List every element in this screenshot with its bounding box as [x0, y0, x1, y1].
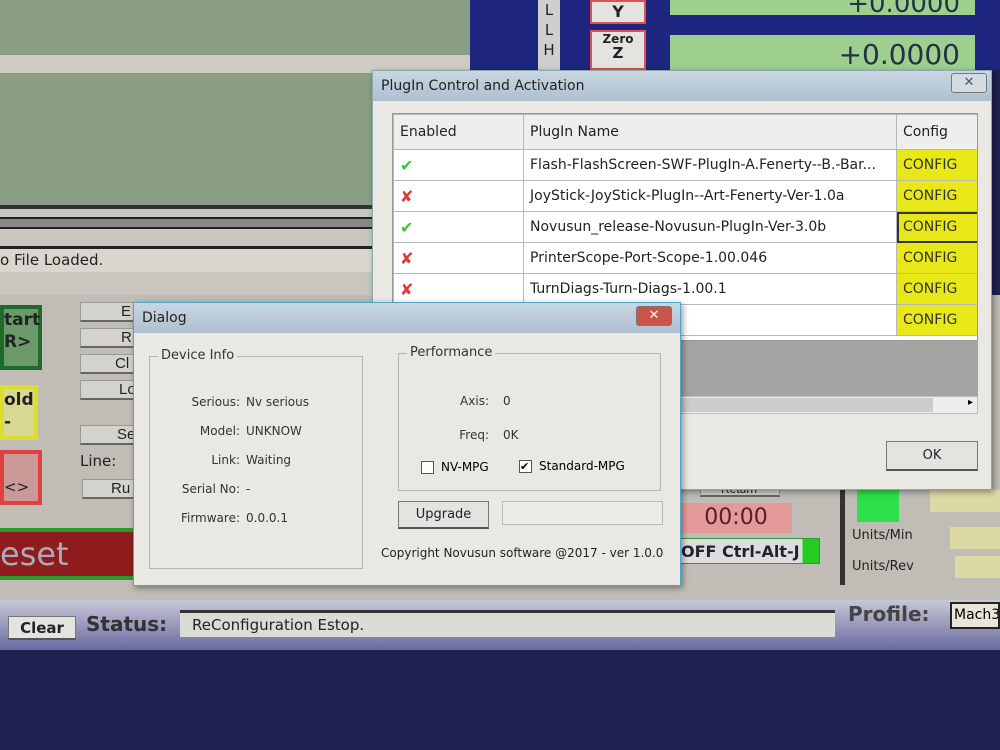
col-config[interactable]: Config	[896, 114, 977, 150]
plugin-name: Flash-FlashScreen-SWF-PlugIn-A.Fenerty--…	[523, 149, 897, 181]
device-info-title: Device Info	[158, 348, 238, 363]
performance-title: Performance	[407, 345, 496, 360]
plugin-row[interactable]: ✔ Novusun_release-Novusun-PlugIn-Ver-3.0b…	[393, 211, 977, 243]
col-enabled[interactable]: Enabled	[393, 114, 524, 150]
feed-rate-field[interactable]	[930, 490, 1000, 512]
line-label: Line:	[80, 452, 117, 470]
feed-hold-button[interactable]: old -	[0, 385, 38, 440]
plugin-row[interactable]: ✔ Flash-FlashScreen-SWF-PlugIn-A.Fenerty-…	[393, 149, 977, 181]
field-label: Serious:	[191, 395, 240, 409]
plugin-row[interactable]: ✘ TurnDiags-Turn-Diags-1.00.1 CONFIG	[393, 273, 977, 305]
status-led	[857, 488, 899, 522]
units-rev-label: Units/Rev	[852, 559, 914, 574]
zero-z-button[interactable]: Zero Z	[590, 30, 646, 70]
field-value: -	[246, 482, 251, 496]
load-button[interactable]: Lo	[80, 380, 140, 400]
dro-y[interactable]: +0.0000	[670, 0, 975, 15]
axis-value: 0	[503, 394, 511, 408]
file-status: o File Loaded.	[0, 246, 380, 272]
file-panel: o File Loaded.	[0, 205, 380, 295]
dialog-title: Dialog	[134, 303, 680, 333]
freq-label: Freq:	[459, 428, 489, 442]
freq-value: 0K	[503, 428, 519, 442]
jog-toggle-button[interactable]: OFF Ctrl-Alt-J	[680, 538, 820, 564]
gcode-display	[0, 73, 372, 205]
units-min-field[interactable]	[950, 527, 1000, 549]
field-value: Waiting	[246, 453, 292, 467]
field-label: Serial No:	[181, 482, 240, 496]
plugin-name: PrinterScope-Port-Scope-1.00.046	[523, 242, 897, 274]
edit-button[interactable]: E	[80, 302, 140, 322]
enabled-check-icon[interactable]: ✔	[393, 149, 524, 181]
field-value: Nv serious	[246, 395, 309, 409]
plugin-name: TurnDiags-Turn-Diags-1.00.1	[523, 273, 897, 305]
disabled-x-icon[interactable]: ✘	[393, 242, 524, 274]
elapsed-time: 00:00	[680, 503, 792, 533]
toolpath-display	[0, 0, 470, 55]
plugin-close-button[interactable]: ✕	[951, 73, 987, 93]
disabled-x-icon[interactable]: ✘	[393, 180, 524, 212]
performance-group: Performance Axis: 0 Freq: 0K NV-MPG ✔ Sta…	[398, 345, 661, 491]
field-label: Firmware:	[180, 511, 240, 525]
device-info-group: Device Info Serious: Nv serious Model: UNKN…	[149, 348, 363, 569]
config-button[interactable]: CONFIG	[896, 273, 977, 305]
standard-mpg-checkbox[interactable]: ✔ Standard-MPG	[519, 459, 625, 473]
plugin-name: Novusun_release-Novusun-PlugIn-Ver-3.0b	[523, 211, 897, 243]
config-button[interactable]: CONFIG	[896, 180, 977, 212]
dialog-close-button[interactable]: ✕	[636, 306, 672, 326]
status-label: Status:	[86, 612, 168, 636]
cycle-start-button[interactable]: tart R>	[0, 305, 42, 370]
col-name[interactable]: PlugIn Name	[523, 114, 897, 150]
disabled-x-icon[interactable]: ✘	[393, 273, 524, 305]
axis-label: Axis:	[460, 394, 489, 408]
set-next-line-button[interactable]: Se	[80, 425, 140, 445]
units-rev-field[interactable]	[955, 556, 1000, 578]
plugin-row[interactable]: ✘ PrinterScope-Port-Scope-1.00.046 CONFIG	[393, 242, 977, 274]
config-button[interactable]: CONFIG	[896, 149, 977, 181]
dro-z[interactable]: +0.0000	[670, 35, 975, 71]
upgrade-button[interactable]: Upgrade	[398, 501, 489, 529]
plugin-window-title: PlugIn Control and Activation	[373, 71, 991, 101]
plugin-row[interactable]: ✘ JoyStick-JoyStick-PlugIn--Art-Fenerty-V…	[393, 180, 977, 212]
dro-panel: LLH Y Zero Z +0.0000 +0.0000	[470, 0, 1000, 71]
field-value: UNKNOW	[246, 424, 302, 438]
novusun-dialog: Dialog ✕ Device Info Serious: Nv serious M…	[133, 302, 681, 586]
config-button[interactable]: CONFIG	[896, 211, 977, 243]
profile-label: Profile:	[848, 602, 930, 626]
field-label: Model:	[199, 424, 240, 438]
upgrade-progress-bar	[502, 501, 663, 525]
units-min-label: Units/Min	[852, 528, 913, 543]
config-button[interactable]: CONFIG	[896, 304, 977, 336]
y-button[interactable]: Y	[590, 0, 646, 24]
nv-mpg-checkbox[interactable]: NV-MPG	[421, 460, 489, 474]
clear-button[interactable]: Clear	[8, 616, 76, 640]
profile-field: Mach3	[950, 602, 1000, 629]
config-button[interactable]: CONFIG	[896, 242, 977, 274]
ok-button[interactable]: OK	[886, 441, 978, 471]
status-field: ReConfiguration Estop.	[180, 610, 835, 637]
plugin-name: JoyStick-JoyStick-PlugIn--Art-Fenerty-Ve…	[523, 180, 897, 212]
scroll-right-icon[interactable]: ▸	[968, 397, 973, 408]
copyright: Copyright Novusun software @2017 - ver 1…	[381, 546, 664, 560]
field-value: 0.0.0.1	[246, 511, 288, 525]
field-label: Link:	[211, 453, 240, 467]
reset-button[interactable]: eset	[0, 528, 140, 580]
status-bar: Clear Status: ReConfiguration Estop. Pro…	[0, 600, 1000, 650]
recent-button[interactable]: R	[80, 328, 140, 348]
enabled-check-icon[interactable]: ✔	[393, 211, 524, 243]
stop-button[interactable]: <>	[0, 450, 42, 505]
close-button[interactable]: Cl	[80, 354, 140, 374]
